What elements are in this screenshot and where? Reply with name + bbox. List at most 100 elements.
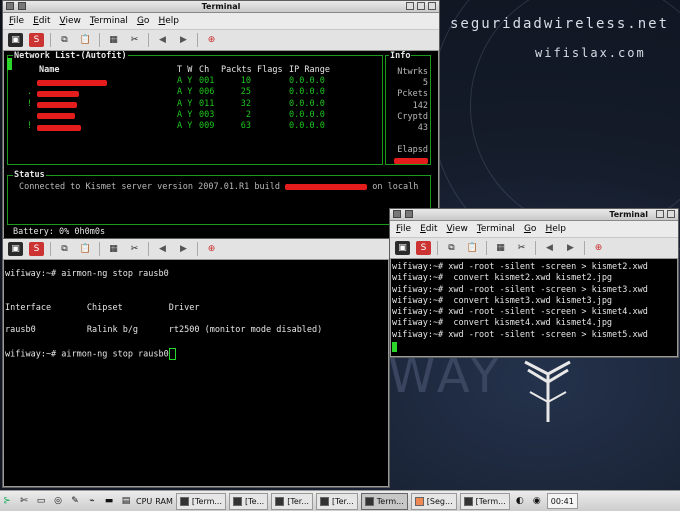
title-bar[interactable]: Terminal [3,1,439,13]
tools-icon[interactable]: ✄ [17,494,31,508]
tray-icon[interactable]: ◉ [530,494,544,508]
new-terminal-icon[interactable]: ▣ [395,241,410,255]
column-name: Name [39,65,60,75]
xwd-terminal-window[interactable]: Terminal File Edit View Terminal Go Help… [389,208,679,358]
cursor [168,348,176,361]
network-name-redacted[interactable] [37,112,75,122]
copy-icon[interactable]: ⧉ [444,241,459,255]
menu-view[interactable]: View [447,224,468,234]
row-tw: A Y [177,109,193,120]
help-lifebuoy-icon[interactable]: ⊕ [204,33,219,47]
menu-edit[interactable]: Edit [33,16,50,26]
kismet-terminal-window[interactable]: Terminal File Edit View Terminal Go Help… [2,0,440,240]
row-packets: 32 [240,98,251,109]
editor-icon[interactable]: ✎ [68,494,82,508]
preferences-icon[interactable]: ✂ [127,242,142,256]
menu-go[interactable]: Go [524,224,537,234]
new-terminal-icon[interactable]: ▣ [8,33,23,47]
copy-icon[interactable]: ⧉ [57,242,72,256]
menu-edit[interactable]: Edit [420,224,437,234]
menu-file[interactable]: File [9,16,24,26]
help-lifebuoy-icon[interactable]: ⊕ [591,241,606,255]
volume-icon[interactable]: ◐ [513,494,527,508]
back-arrow-icon[interactable]: ◀ [155,242,170,256]
task-button[interactable]: [Ter... [315,492,358,510]
preferences-icon[interactable]: ✂ [127,33,142,47]
network-icon[interactable]: ⌁ [85,494,99,508]
menu-go[interactable]: Go [137,16,150,26]
column-ip-range: IP Range [289,65,330,75]
row-ip-range: 0.0.0.0 [289,76,325,86]
column-packets: Packts [221,65,252,75]
menu-terminal[interactable]: Terminal [477,224,515,234]
info-values: Ntwrks 5 Pckets 142 Cryptd 43 Elapsd [388,67,428,168]
start-menu-icon[interactable]: ⊱ [0,494,14,508]
row-packets: 10 [240,76,251,86]
terminal-text: wifiway:~# xwd -root -silent -screen > k… [392,262,648,340]
menu-file[interactable]: File [396,224,411,234]
packets-count: 142 [412,100,428,111]
forward-arrow-icon[interactable]: ▶ [563,241,578,255]
forward-arrow-icon[interactable]: ▶ [176,242,191,256]
desktop-icon[interactable]: ▬ [102,494,116,508]
paste-icon[interactable]: 📋 [465,241,480,255]
terminal-output[interactable]: wifiway:~# xwd -root -silent -screen > k… [392,262,676,355]
close-icon[interactable] [428,2,436,10]
column-flags: Flags [257,65,283,75]
minimize-icon[interactable] [406,2,414,10]
forward-arrow-icon[interactable]: ▶ [176,33,191,47]
new-tab-icon[interactable]: S [29,33,44,47]
maximize-icon[interactable] [417,2,425,10]
preferences-icon[interactable]: ✂ [514,241,529,255]
airmon-terminal-window[interactable]: ▣ S ⧉ 📋 ▦ ✂ ◀ ▶ ⊕ wifiway:~# airmon-ng s… [2,238,390,488]
toolbar: ▣ S ⧉ 📋 ▦ ✂ ◀ ▶ ⊕ [3,239,389,260]
network-name-redacted[interactable] [37,78,107,88]
kismet-screen[interactable]: Network List-(Autofit) Name T W Ch Packt… [5,51,437,237]
status-text: Connected to Kismet server version 2007.… [19,182,280,192]
paste-icon[interactable]: 📋 [78,242,93,256]
task-button-active[interactable]: Term... [360,492,408,510]
row-channel: 011 [199,98,215,109]
row-channel: 001 [199,76,215,86]
ram-label: RAM [155,496,173,506]
new-terminal-icon[interactable]: ▣ [8,242,23,256]
paste-icon[interactable]: 📋 [78,33,93,47]
network-name-redacted[interactable] [37,101,77,111]
minimize-icon[interactable] [656,210,664,218]
task-button[interactable]: [Term... [175,492,227,510]
menu-view[interactable]: View [60,16,81,26]
copy-icon[interactable]: ⧉ [57,33,72,47]
row-ip-range: 0.0.0.0 [289,121,325,132]
back-arrow-icon[interactable]: ◀ [155,33,170,47]
network-name-redacted[interactable] [37,89,79,99]
folder-icon[interactable]: ▭ [34,494,48,508]
close-icon[interactable] [667,210,675,218]
row-tw: A Y [177,121,193,132]
menu-terminal[interactable]: Terminal [90,16,128,26]
fullscreen-icon[interactable]: ▦ [493,241,508,255]
fullscreen-icon[interactable]: ▦ [106,242,121,256]
task-button[interactable]: [Seg... [410,492,457,510]
clock[interactable]: 00:41 [546,493,578,509]
row-packets: 2 [245,109,251,120]
terminal-output[interactable]: wifiway:~# airmon-ng stop rausb0 Interfa… [5,263,387,485]
new-tab-icon[interactable]: S [29,242,44,256]
row-packets: 25 [240,87,251,98]
menu-help[interactable]: Help [158,16,179,26]
packets-label: Pckets [397,89,428,100]
fullscreen-icon[interactable]: ▦ [106,33,121,47]
network-name-redacted[interactable] [37,123,81,133]
task-button[interactable]: [Te... [229,492,269,510]
menu-help[interactable]: Help [545,224,566,234]
help-lifebuoy-icon[interactable]: ⊕ [204,242,219,256]
title-bar[interactable]: Terminal [390,209,678,221]
row-tw: A Y [177,76,193,86]
back-arrow-icon[interactable]: ◀ [542,241,557,255]
browser-icon[interactable]: ◎ [51,494,65,508]
wifiway-logo-icon [524,360,571,422]
new-tab-icon[interactable]: S [416,241,431,255]
menu-bar: File Edit View Terminal Go Help [390,221,678,238]
task-button[interactable]: [Ter... [271,492,313,510]
task-button[interactable]: [Term... [459,492,510,510]
info-title: Info [389,51,412,61]
